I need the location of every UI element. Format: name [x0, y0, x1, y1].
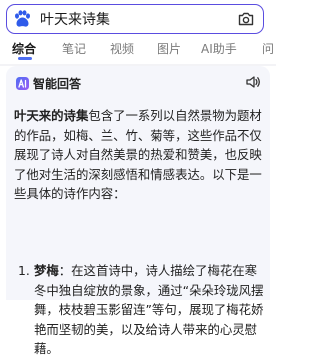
- ai-icon: [14, 75, 30, 91]
- tab-videos[interactable]: 视频: [110, 40, 134, 57]
- tab-ai-assistant[interactable]: AI助手: [201, 40, 237, 57]
- search-bar[interactable]: 叶天来诗集: [6, 4, 264, 34]
- tab-all[interactable]: 综合: [12, 40, 36, 57]
- list-item-number: 1.: [18, 263, 30, 278]
- speaker-icon[interactable]: [244, 73, 262, 91]
- tab-notes[interactable]: 笔记: [62, 40, 86, 57]
- tab-images[interactable]: 图片: [157, 40, 181, 57]
- baidu-paw-icon: [11, 8, 33, 30]
- ai-answer-intro: 叶天来的诗集包含了一系列以自然景物为题材的作品，如梅、兰、竹、菊等，这些作品不仅…: [14, 106, 266, 204]
- list-item-title: 梦梅: [34, 263, 59, 278]
- list-item-text: ：在这首诗中，诗人描绘了梅花在寒冬中独自绽放的景象，通过“朵朵玲珑风摆舞，枝枝碧…: [34, 263, 264, 356]
- camera-icon[interactable]: [235, 8, 257, 30]
- search-input[interactable]: 叶天来诗集: [40, 9, 235, 29]
- list-item: 1. 梦梅：在这首诗中，诗人描绘了梅花在寒冬中独自绽放的景象，通过“朵朵玲珑风摆…: [14, 261, 266, 359]
- ai-answer-header: 智能回答: [14, 74, 81, 92]
- ai-answer-card: 智能回答 叶天来的诗集包含了一系列以自然景物为题材的作品，如梅、兰、竹、菊等，这…: [6, 66, 270, 356]
- ai-answer-title: 智能回答: [33, 76, 82, 91]
- tab-ask[interactable]: 问: [262, 40, 274, 57]
- search-tabs: 综合 笔记 视频 图片 AI助手 问: [0, 38, 276, 60]
- answer-subject: 叶天来的诗集: [14, 108, 89, 123]
- active-tab-indicator: [18, 57, 32, 60]
